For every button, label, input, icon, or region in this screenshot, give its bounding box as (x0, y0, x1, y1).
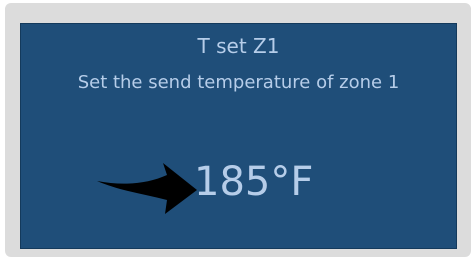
temperature-value: 185°F (194, 159, 314, 205)
parameter-title: T set Z1 (197, 34, 280, 58)
parameter-description: Set the send temperature of zone 1 (77, 72, 400, 93)
black-arrow-icon (97, 163, 197, 214)
display-screen: T set Z1 Set the send temperature of zon… (20, 23, 457, 249)
